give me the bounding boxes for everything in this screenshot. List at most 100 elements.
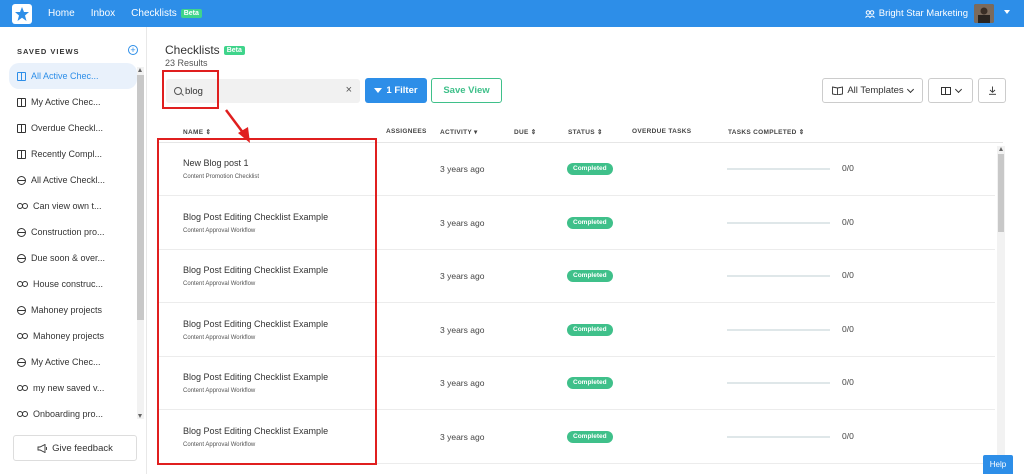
give-feedback-label: Give feedback: [52, 442, 113, 454]
table-scroll-thumb[interactable]: [998, 154, 1004, 232]
nav-checklists[interactable]: Checklists Beta: [131, 8, 202, 19]
column-header-activity-label: ACTIVITY: [440, 129, 472, 136]
saved-views-title: SAVED VIEWS: [17, 47, 80, 56]
sort-icon: ⇕: [798, 129, 805, 136]
scroll-up-arrow-icon[interactable]: [138, 68, 142, 72]
saved-view-item[interactable]: Construction pro...: [9, 219, 137, 245]
sidebar-scrollbar[interactable]: [137, 67, 144, 419]
page-title-text: Checklists: [165, 43, 220, 57]
saved-view-item[interactable]: Overdue Checkl...: [9, 115, 137, 141]
save-view-button[interactable]: Save View: [431, 78, 502, 103]
book-icon: [17, 149, 26, 159]
saved-views-list: All Active Chec... My Active Chec... Overd…: [9, 63, 137, 427]
column-header-status[interactable]: STATUS ⇕: [568, 128, 603, 136]
saved-view-label: Mahoney projects: [31, 305, 103, 315]
tasks-progress-bar: [727, 221, 830, 224]
table-scrollbar[interactable]: [997, 146, 1005, 463]
globe-icon: [17, 175, 26, 185]
saved-view-item[interactable]: My Active Chec...: [9, 349, 137, 375]
column-header-name-label: NAME: [183, 129, 204, 136]
beta-badge: Beta: [180, 9, 202, 18]
megaphone-icon: [37, 443, 48, 453]
user-avatar[interactable]: [974, 4, 994, 23]
scroll-down-arrow-icon[interactable]: [138, 414, 142, 418]
saved-view-item[interactable]: My Active Chec...: [9, 89, 137, 115]
chevron-down-icon: [906, 85, 914, 93]
column-header-tasks-completed[interactable]: TASKS COMPLETED ⇕: [728, 128, 805, 136]
sort-icon: ⇕: [205, 129, 212, 136]
tasks-completed-count: 0/0: [842, 377, 854, 387]
saved-view-label: House construc...: [33, 279, 104, 289]
columns-icon: [940, 86, 951, 95]
saved-view-item[interactable]: Mahoney projects: [9, 297, 137, 323]
globe-icon: [17, 253, 26, 263]
saved-view-label: All Active Chec...: [31, 71, 99, 81]
tasks-completed-count: 0/0: [842, 323, 854, 334]
column-header-activity[interactable]: ACTIVITY ▾: [440, 128, 478, 136]
users-icon: [17, 410, 28, 419]
star-logo-icon: [15, 6, 29, 21]
app-logo[interactable]: [12, 3, 32, 24]
add-saved-view-icon[interactable]: +: [128, 45, 138, 55]
status-badge: Completed: [567, 323, 613, 336]
download-icon: [988, 86, 996, 95]
checklist-activity: 3 years ago: [440, 164, 485, 174]
tasks-completed-count: 0/0: [842, 216, 854, 227]
annotation-highlight-search: [162, 70, 219, 109]
user-menu-caret-icon[interactable]: [1004, 10, 1010, 14]
checklist-activity: 3 years ago: [440, 271, 485, 281]
columns-dropdown[interactable]: [928, 78, 973, 103]
column-header-status-label: STATUS: [568, 129, 595, 136]
page-title: Checklists Beta: [165, 43, 245, 57]
saved-view-item[interactable]: my new saved v...: [9, 375, 137, 401]
give-feedback-button[interactable]: Give feedback: [13, 435, 137, 461]
saved-view-item[interactable]: Recently Compl...: [9, 141, 137, 167]
column-header-name[interactable]: NAME ⇕: [183, 128, 211, 136]
users-icon: [864, 9, 875, 18]
tasks-completed-count: 0/0: [842, 270, 854, 280]
saved-view-label: Overdue Checkl...: [31, 123, 104, 133]
avatar-image: [974, 4, 994, 23]
nav-inbox[interactable]: Inbox: [91, 8, 115, 19]
sidebar-scroll-thumb[interactable]: [137, 75, 144, 320]
status-badge: Completed: [567, 430, 613, 443]
nav-home[interactable]: Home: [48, 8, 75, 19]
help-button[interactable]: Help: [983, 455, 1013, 474]
globe-icon: [17, 227, 26, 237]
saved-view-label: Can view own t...: [33, 201, 102, 211]
filter-button-label: 1 Filter: [386, 85, 418, 96]
globe-icon: [17, 305, 26, 315]
saved-view-item[interactable]: Mahoney projects: [9, 323, 137, 349]
filter-button[interactable]: 1 Filter: [365, 78, 427, 103]
organization-switcher[interactable]: Bright Star Marketing: [864, 8, 968, 19]
column-header-due-label: DUE: [514, 129, 529, 136]
saved-view-label: Due soon & over...: [31, 253, 106, 263]
book-icon: [17, 123, 26, 133]
saved-view-item[interactable]: House construc...: [9, 271, 137, 297]
saved-view-label: Construction pro...: [31, 227, 105, 237]
saved-view-item[interactable]: All Active Checkl...: [9, 167, 137, 193]
saved-view-label: All Active Checkl...: [31, 175, 106, 185]
clear-search-icon[interactable]: ×: [346, 84, 352, 96]
download-button[interactable]: [978, 78, 1006, 103]
column-header-tasks-completed-label: TASKS COMPLETED: [728, 129, 797, 136]
scroll-up-arrow-icon[interactable]: [998, 147, 1003, 151]
status-badge: Completed: [567, 216, 613, 229]
results-count: 23 Results: [165, 58, 208, 68]
saved-view-item[interactable]: Can view own t...: [9, 193, 137, 219]
saved-view-label: My Active Chec...: [31, 97, 101, 107]
sort-desc-icon: ▾: [474, 129, 478, 136]
book-icon: [17, 97, 26, 107]
all-templates-dropdown[interactable]: All Templates: [822, 78, 923, 103]
saved-view-item[interactable]: Due soon & over...: [9, 245, 137, 271]
saved-view-label: Onboarding pro...: [33, 409, 104, 419]
annotation-highlight-results: [157, 138, 377, 465]
tasks-progress-bar: [727, 328, 830, 331]
users-icon: [17, 384, 28, 393]
column-header-due[interactable]: DUE ⇕: [514, 128, 536, 136]
saved-view-item[interactable]: All Active Chec...: [9, 63, 137, 89]
chevron-down-icon: [954, 85, 962, 93]
tasks-progress-bar: [727, 275, 830, 277]
saved-view-item[interactable]: Onboarding pro...: [9, 401, 137, 427]
sort-icon: ⇕: [530, 129, 537, 136]
